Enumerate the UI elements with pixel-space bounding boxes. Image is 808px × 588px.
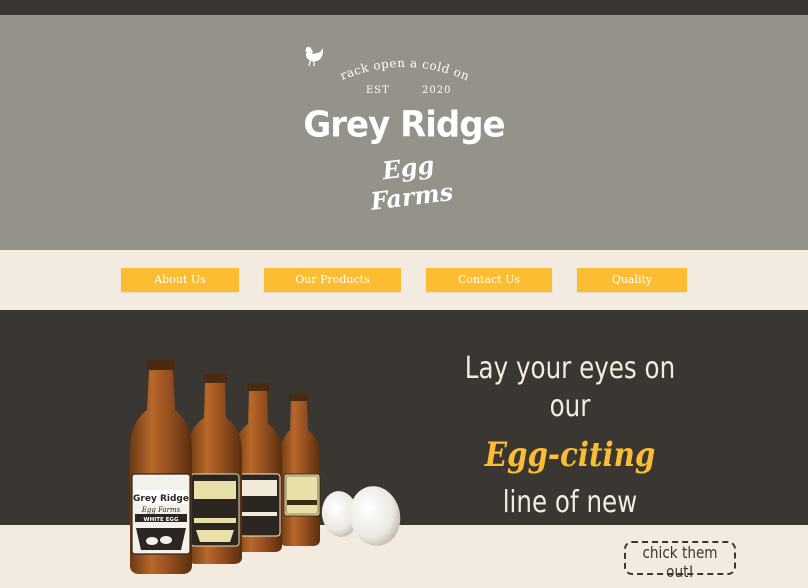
bottle-1: Grey Ridge Egg Farms WHITE EGG xyxy=(130,360,192,574)
bottle-label-variant: WHITE EGG xyxy=(144,517,179,523)
egg-2 xyxy=(349,486,401,546)
bottle-label-brand: Grey Ridge xyxy=(133,494,189,504)
bottle-2 xyxy=(188,374,242,564)
promo-line-1: Lay your eyes on our xyxy=(464,351,676,424)
promo-line-2: Egg-citing xyxy=(484,435,656,475)
bottle-4 xyxy=(280,393,321,546)
promo-headline: Lay your eyes on our Egg-citing line of … xyxy=(435,350,705,560)
bottle-label-sub: Egg Farms xyxy=(141,506,181,514)
cta-label: chick them out! xyxy=(642,543,718,581)
chick-them-out-button[interactable]: chick them out! xyxy=(624,541,736,581)
